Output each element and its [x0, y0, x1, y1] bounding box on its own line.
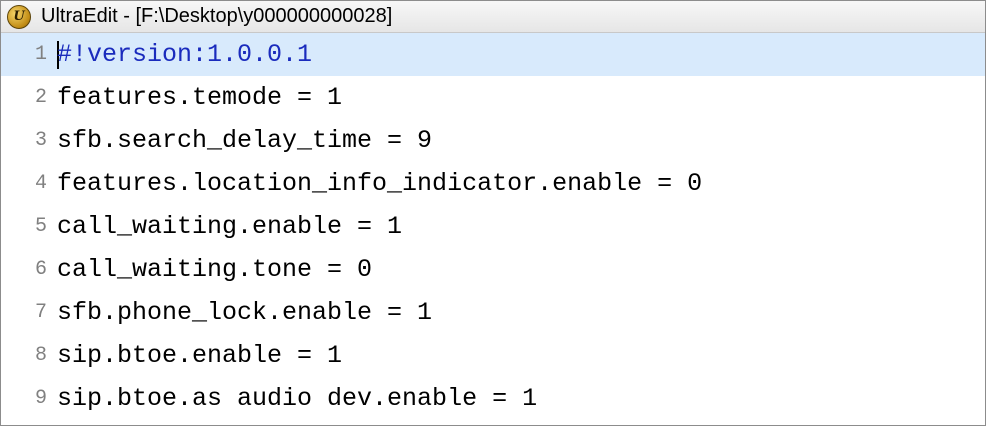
line-text[interactable]: call_waiting.enable = 1 — [57, 212, 985, 241]
editor-line-2[interactable]: 2 features.temode = 1 — [1, 76, 985, 119]
editor-line-3[interactable]: 3 sfb.search_delay_time = 9 — [1, 119, 985, 162]
line-text[interactable]: sfb.phone_lock.enable = 1 — [57, 298, 985, 327]
title-bar[interactable]: U UltraEdit - [F:\Desktop\y000000000028] — [1, 1, 985, 33]
editor-line-6[interactable]: 6 call_waiting.tone = 0 — [1, 248, 985, 291]
editor-line-4[interactable]: 4 features.location_info_indicator.enabl… — [1, 162, 985, 205]
editor-line-5[interactable]: 5 call_waiting.enable = 1 — [1, 205, 985, 248]
line-number: 2 — [34, 86, 47, 109]
line-text[interactable]: #!version:1.0.0.1 — [57, 40, 985, 69]
line-number: 7 — [34, 301, 47, 324]
line-number: 6 — [34, 258, 47, 281]
line-number: 8 — [34, 344, 47, 367]
line-number: 9 — [34, 387, 47, 410]
app-icon-glyph: U — [13, 9, 25, 24]
line-text[interactable]: sfb.search_delay_time = 9 — [57, 126, 985, 155]
line-text[interactable]: call_waiting.tone = 0 — [57, 255, 985, 284]
editor-text-area[interactable]: 1 #!version:1.0.0.1 2 features.temode = … — [1, 33, 985, 420]
line-text[interactable]: sip.btoe.enable = 1 — [57, 341, 985, 370]
ultraedit-window: U UltraEdit - [F:\Desktop\y000000000028]… — [0, 0, 986, 426]
line-text[interactable]: features.location_info_indicator.enable … — [57, 169, 985, 198]
editor-line-7[interactable]: 7 sfb.phone_lock.enable = 1 — [1, 291, 985, 334]
editor-line-9[interactable]: 9 sip.btoe.as audio dev.enable = 1 — [1, 377, 985, 420]
ultraedit-app-icon[interactable]: U — [7, 4, 31, 29]
line-number: 3 — [34, 129, 47, 152]
line-text[interactable]: sip.btoe.as audio dev.enable = 1 — [57, 384, 985, 413]
line-text[interactable]: features.temode = 1 — [57, 83, 985, 112]
line-number: 4 — [34, 172, 47, 195]
line-number: 5 — [34, 215, 47, 238]
window-title: UltraEdit - [F:\Desktop\y000000000028] — [41, 5, 393, 27]
editor-line-8[interactable]: 8 sip.btoe.enable = 1 — [1, 334, 985, 377]
line-number: 1 — [34, 43, 47, 66]
editor-line-1[interactable]: 1 #!version:1.0.0.1 — [1, 33, 985, 76]
